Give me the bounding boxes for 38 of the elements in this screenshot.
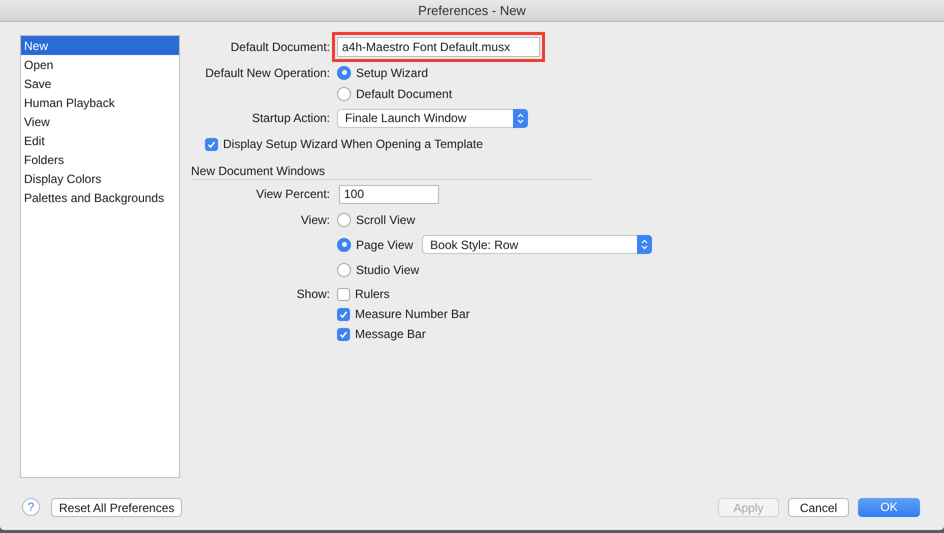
field-label: View: [300,212,330,228]
radio-option[interactable]: Default Document [337,84,452,102]
category-item[interactable]: Folders [21,150,179,169]
field-label: Default Document: [230,39,330,56]
field-label: Startup Action: [252,110,330,127]
help-button[interactable]: ? [22,498,40,516]
category-item[interactable]: Display Colors [21,169,179,188]
checkbox-option[interactable]: Display Setup Wizard When Opening a Template [205,135,483,153]
category-item[interactable]: Open [21,55,179,74]
dropdown[interactable]: Book Style: Row [422,235,652,254]
stepper-icon [513,108,528,128]
category-item[interactable]: Human Playback [21,93,179,112]
checkmark-icon [339,310,348,318]
text-field[interactable]: 100 [339,184,439,204]
dropdown[interactable]: Finale Launch Window [337,108,528,128]
field-label: Show: [296,286,330,303]
window-title: Preferences - New [418,2,526,20]
field-label: View Percent: [256,186,330,203]
radio-option[interactable]: Setup Wizard [337,64,428,82]
checkmark-icon [339,330,348,338]
section-heading: New Document Windows [191,163,326,180]
category-item[interactable]: Edit [21,131,179,150]
category-item[interactable]: Palettes and Backgrounds [21,188,179,207]
checkbox-option[interactable]: Message Bar [337,325,426,343]
category-item[interactable]: Save [21,74,179,93]
field-label: Default New Operation: [205,64,330,82]
radio-option[interactable]: Scroll View [337,210,416,228]
radio-option[interactable]: Studio View [337,260,420,278]
reset-all-preferences-button[interactable]: Reset All Preferences [51,498,182,516]
stepper-icon [637,235,652,254]
category-item[interactable]: New [21,36,179,55]
checkbox-option[interactable]: Measure Number Bar [337,305,470,323]
checkbox-option[interactable]: Rulers [337,285,390,303]
dialog-button[interactable]: Cancel [788,498,849,516]
checkmark-icon [207,140,216,148]
text-field[interactable]: a4h-Maestro Font Default.musx [337,37,540,57]
category-item[interactable]: View [21,112,179,131]
radio-option[interactable]: Page View [337,236,414,254]
